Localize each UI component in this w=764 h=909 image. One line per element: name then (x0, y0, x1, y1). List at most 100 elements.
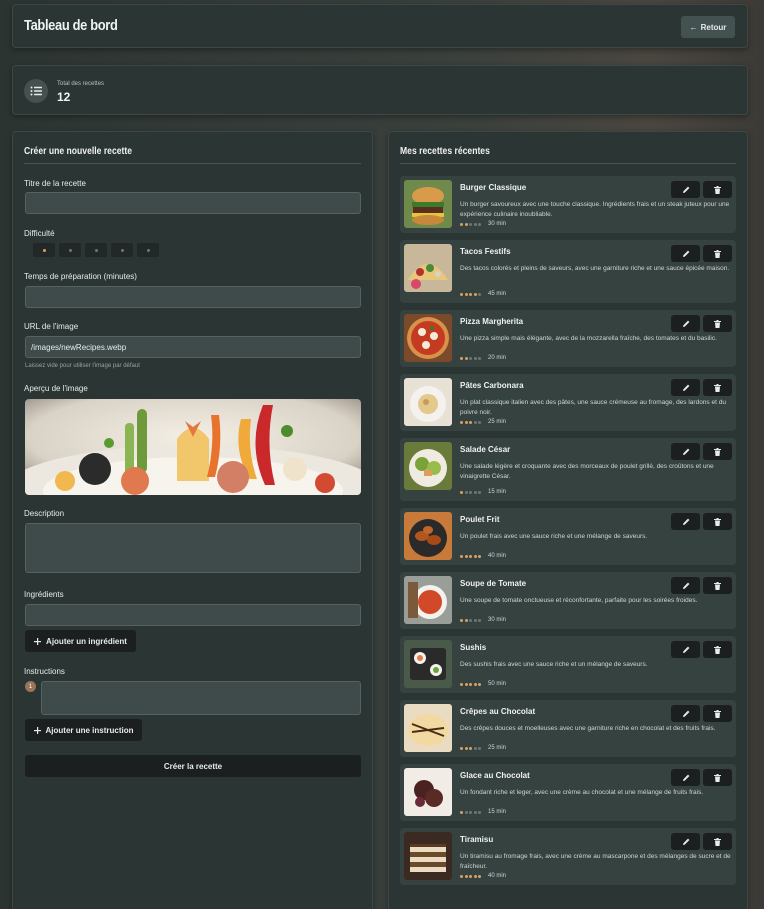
description-textarea[interactable] (25, 523, 361, 573)
delete-recipe-button[interactable] (703, 315, 732, 332)
edit-recipe-button[interactable] (671, 315, 700, 332)
image-preview (25, 399, 361, 495)
recipe-card[interactable]: Pâtes Carbonara Un plat classique italien… (400, 374, 736, 431)
recipe-time: 40 min (488, 553, 507, 559)
recipe-rating (460, 554, 481, 558)
trash-icon (714, 319, 721, 328)
delete-recipe-button[interactable] (703, 245, 732, 262)
rating-dot (478, 682, 481, 686)
delete-recipe-button[interactable] (703, 379, 732, 396)
difficulty-dot (94, 248, 98, 252)
recipe-rating (460, 618, 481, 622)
prep-time-input[interactable] (25, 286, 361, 308)
recipe-thumbnail (404, 378, 452, 426)
recipe-name: Burger Classique (460, 183, 527, 192)
difficulty-option-5[interactable] (137, 243, 159, 257)
recipe-time: 20 min (488, 355, 507, 361)
edit-recipe-button[interactable] (671, 443, 700, 460)
delete-recipe-button[interactable] (703, 443, 732, 460)
difficulty-option-3[interactable] (85, 243, 107, 257)
edit-recipe-button[interactable] (671, 245, 700, 262)
trash-icon (714, 773, 721, 782)
recipe-time: 45 min (488, 291, 507, 297)
edit-recipe-button[interactable] (671, 705, 700, 722)
delete-recipe-button[interactable] (703, 833, 732, 850)
rating-dot (460, 746, 463, 750)
recipe-thumbnail (404, 832, 452, 880)
create-recipe-button[interactable]: Créer la recette (25, 755, 361, 777)
recipe-meta: 45 min (460, 291, 506, 297)
ingredients-label: Ingrédients (24, 590, 64, 599)
delete-recipe-button[interactable] (703, 513, 732, 530)
difficulty-option-1[interactable] (33, 243, 55, 257)
recent-title: Mes recettes récentes (400, 146, 490, 157)
rating-dot (469, 490, 472, 494)
trash-icon (714, 185, 721, 194)
recipe-card[interactable]: Salade César Une salade légère et croquan… (400, 438, 736, 501)
rating-dot (464, 874, 468, 878)
edit-recipe-button[interactable] (671, 577, 700, 594)
ingredient-input[interactable] (25, 604, 361, 626)
rating-dot (464, 490, 468, 494)
rating-dot (473, 874, 477, 878)
recipe-description: Un plat classique italien avec des pâtes… (460, 399, 726, 416)
recipe-card[interactable]: Sushis Des sushis frais avec une sauce ri… (400, 636, 736, 693)
rating-dot (473, 222, 477, 226)
delete-recipe-button[interactable] (703, 769, 732, 786)
rating-dot (464, 682, 468, 686)
recipe-card[interactable]: Burger Classique Un burger savoureux avec… (400, 176, 736, 233)
stats-card: Total des recettes 12 (12, 65, 748, 115)
preview-label: Aperçu de l'image (24, 384, 88, 393)
recipe-thumbnail (404, 704, 452, 752)
trash-icon (714, 645, 721, 654)
recipe-meta: 30 min (460, 221, 506, 227)
add-ingredient-button[interactable]: Ajouter un ingrédient (25, 630, 136, 652)
delete-recipe-button[interactable] (703, 641, 732, 658)
edit-recipe-button[interactable] (671, 379, 700, 396)
back-button[interactable]: ← Retour (681, 16, 735, 38)
recipe-meta: 15 min (460, 489, 506, 495)
rating-dot (460, 618, 463, 622)
recipe-card[interactable]: Pizza Margherita Une pizza simple mais él… (400, 310, 736, 367)
recipe-card[interactable]: Crêpes au Chocolat Des crêpes douces et m… (400, 700, 736, 757)
rating-dot (469, 356, 472, 360)
recipe-time: 30 min (488, 221, 507, 227)
edit-recipe-button[interactable] (671, 181, 700, 198)
rating-dot (460, 420, 463, 424)
recipe-meta: 30 min (460, 617, 506, 623)
page-title: Tableau de bord (24, 17, 118, 34)
rating-dot (460, 874, 463, 878)
recipe-name: Pâtes Carbonara (460, 381, 524, 390)
rating-dot (473, 618, 477, 622)
delete-recipe-button[interactable] (703, 181, 732, 198)
rating-dot (469, 618, 472, 622)
instruction-textarea[interactable] (41, 681, 361, 715)
recipe-rating (460, 746, 481, 750)
recipe-card[interactable]: Glace au Chocolat Un fondant riche et leg… (400, 764, 736, 821)
recipe-name: Crêpes au Chocolat (460, 707, 536, 716)
recipe-card[interactable]: Tacos Festifs Des tacos colorés et pleins… (400, 240, 736, 303)
delete-recipe-button[interactable] (703, 577, 732, 594)
recipe-meta: 20 min (460, 355, 506, 361)
recipe-title-input[interactable] (25, 192, 361, 214)
instruction-number-badge: 1 (25, 681, 36, 692)
recipe-rating (460, 810, 481, 814)
edit-recipe-button[interactable] (671, 833, 700, 850)
difficulty-option-2[interactable] (59, 243, 81, 257)
recipe-description: Une soupe de tomate onctueuse et réconfo… (460, 597, 698, 604)
difficulty-option-4[interactable] (111, 243, 133, 257)
recipe-card[interactable]: Tiramisu Un tiramisu au fromage frais, av… (400, 828, 736, 885)
recipe-card[interactable]: Soupe de Tomate Une soupe de tomate onctu… (400, 572, 736, 629)
trash-icon (714, 249, 721, 258)
rating-dot (460, 222, 463, 226)
edit-recipe-button[interactable] (671, 513, 700, 530)
rating-dot (478, 746, 481, 750)
add-instruction-button[interactable]: Ajouter une instruction (25, 719, 142, 741)
recipe-card[interactable]: Poulet Frit Un poulet frais avec une sauc… (400, 508, 736, 565)
delete-recipe-button[interactable] (703, 705, 732, 722)
edit-recipe-button[interactable] (671, 641, 700, 658)
recipe-name: Salade César (460, 445, 511, 454)
create-recipe-form: Créer une nouvelle recette Titre de la r… (12, 131, 373, 909)
edit-recipe-button[interactable] (671, 769, 700, 786)
image-url-input[interactable]: /images/newRecipes.webp (25, 336, 361, 358)
